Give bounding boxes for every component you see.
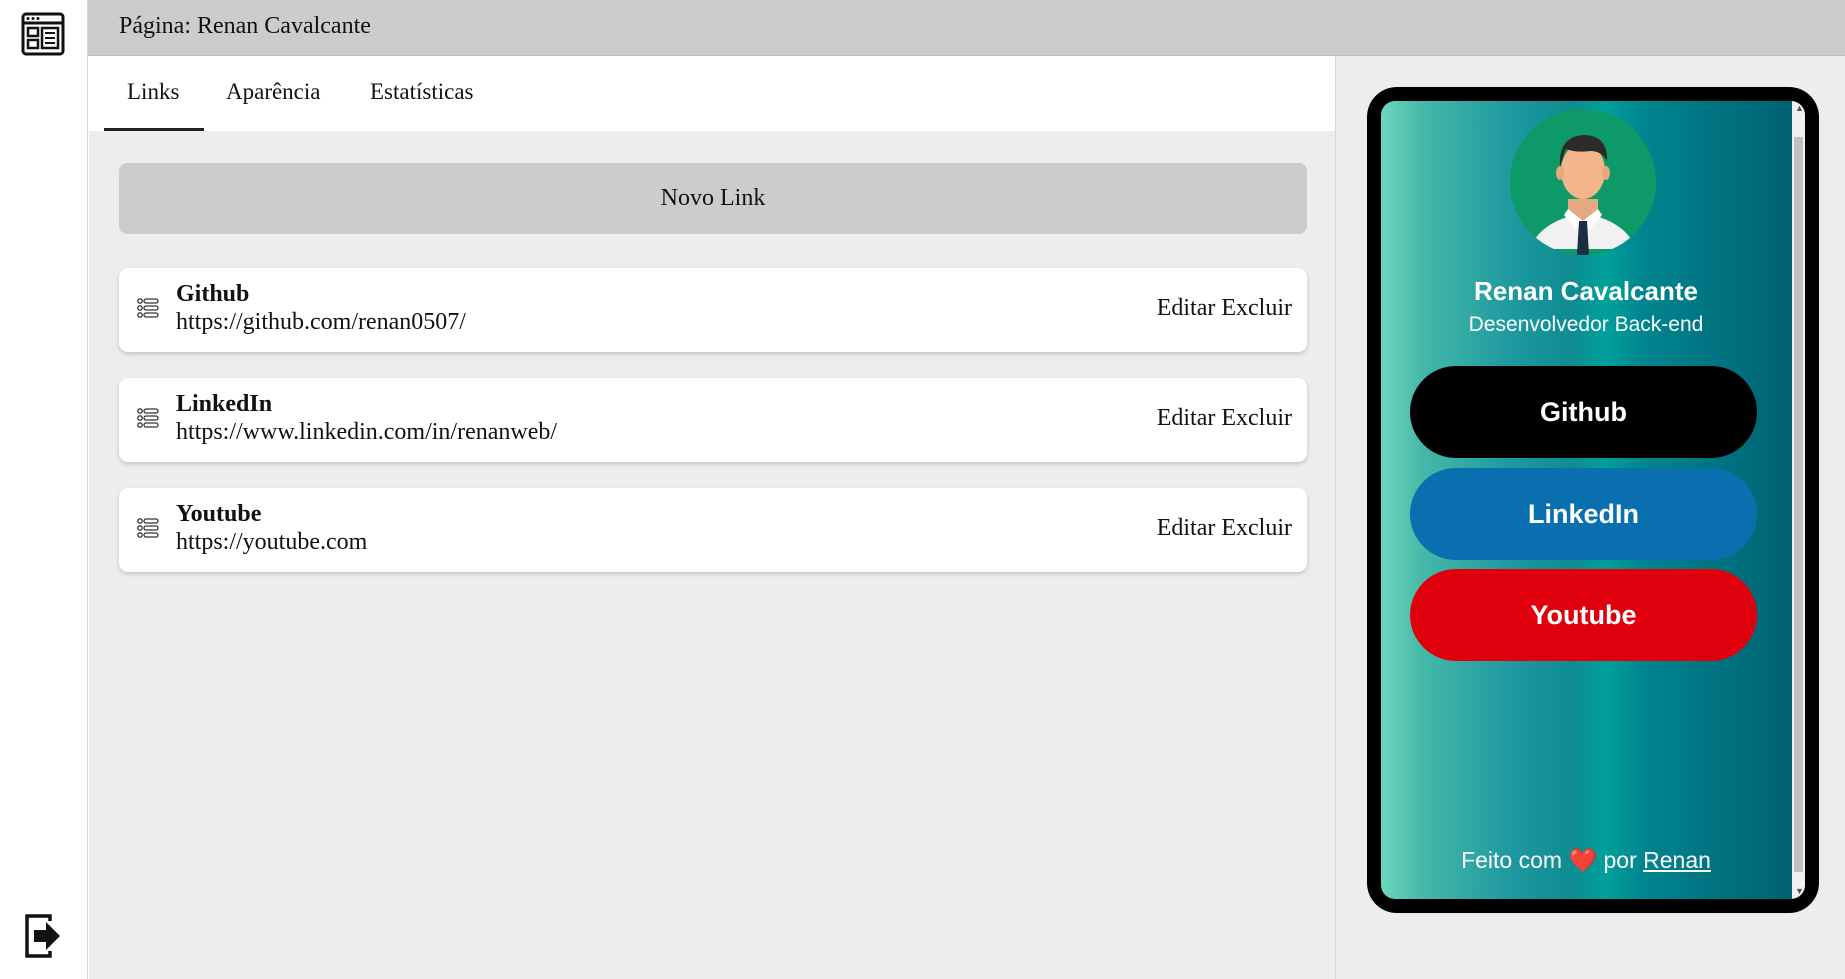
link-url: https://github.com/renan0507/ [176,309,466,335]
scroll-up-arrow-icon[interactable]: ▲ [1795,104,1804,113]
delete-button[interactable]: Excluir [1221,515,1292,541]
phone-screen[interactable]: Renan Cavalcante Desenvolvedor Back-end … [1381,101,1805,899]
edit-button[interactable]: Editar [1157,405,1216,431]
links-editor: Links Aparência Estatísticas Novo Link G… [89,56,1336,979]
side-rail [0,0,88,979]
link-actions: Editar Excluir [1157,295,1292,322]
link-actions: Editar Excluir [1157,405,1292,432]
edit-button[interactable]: Editar [1157,295,1216,321]
layout-icon[interactable] [21,12,65,56]
profile-bio: Desenvolvedor Back-end [1468,313,1704,336]
preview-youtube-button[interactable]: Youtube [1410,569,1757,661]
drag-handle-icon[interactable] [136,296,160,320]
footer-prefix: Feito com [1461,847,1563,873]
scrollbar-thumb[interactable] [1794,137,1803,872]
profile-name: Renan Cavalcante [1474,276,1698,306]
link-title: Youtube [176,501,262,527]
link-title: Github [176,281,250,307]
link-actions: Editar Excluir [1157,515,1292,542]
delete-button[interactable]: Excluir [1221,405,1292,431]
preview-linkedin-button[interactable]: LinkedIn [1410,468,1757,560]
preview-footer: Feito com ❤️ por Renan [1381,847,1791,874]
link-title: LinkedIn [176,391,273,417]
page-title: Página: Renan Cavalcante [119,13,371,39]
active-tab-indicator [104,128,204,131]
drag-handle-icon[interactable] [136,516,160,540]
new-link-button[interactable]: Novo Link [119,163,1307,234]
link-card-linkedin: LinkedIn https://www.linkedin.com/in/ren… [119,378,1307,462]
scroll-down-arrow-icon[interactable]: ▼ [1795,887,1804,896]
phone-frame: Renan Cavalcante Desenvolvedor Back-end … [1367,87,1819,913]
heart-icon: ❤️ [1568,847,1598,873]
link-card-github: Github https://github.com/renan0507/ Edi… [119,268,1307,352]
delete-button[interactable]: Excluir [1221,295,1292,321]
footer-middle: por [1603,847,1637,873]
edit-button[interactable]: Editar [1157,515,1216,541]
avatar [1510,109,1656,255]
preview-scrollbar[interactable]: ▲ ▼ [1792,101,1805,899]
tab-statistics[interactable]: Estatísticas [370,79,473,105]
link-url: https://www.linkedin.com/in/renanweb/ [176,419,558,445]
drag-handle-icon[interactable] [136,406,160,430]
tab-appearance[interactable]: Aparência [226,79,321,105]
avatar-illustration [1510,109,1656,255]
logout-icon[interactable] [24,913,64,959]
author-link[interactable]: Renan [1643,847,1711,873]
preview-github-button[interactable]: Github [1410,366,1757,458]
link-card-youtube: Youtube https://youtube.com Editar Exclu… [119,488,1307,572]
top-header: Página: Renan Cavalcante [88,0,1845,56]
preview-panel: Renan Cavalcante Desenvolvedor Back-end … [1336,56,1845,979]
tab-bar: Links Aparência Estatísticas [89,56,1335,131]
tab-links[interactable]: Links [127,79,179,105]
link-url: https://youtube.com [176,529,368,555]
